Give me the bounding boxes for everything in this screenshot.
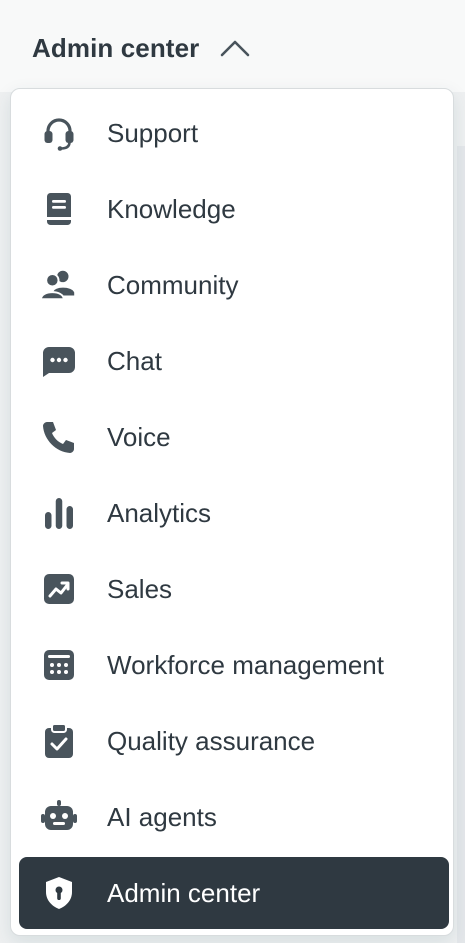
robot-icon [40,798,78,836]
menu-item-workforce-management[interactable]: Workforce management [19,629,449,701]
menu-item-chat[interactable]: Chat [19,325,449,397]
app-header: Admin center [0,0,465,92]
menu-item-label: Quality assurance [107,725,316,756]
menu-item-admin-center[interactable]: Admin center [19,857,449,929]
chevron-up-icon [219,36,251,60]
menu-item-knowledge[interactable]: Knowledge [19,173,449,245]
trend-up-icon [40,570,78,608]
bar-chart-icon [40,494,78,532]
menu-item-label: Workforce management [107,649,384,680]
calendar-icon [40,646,78,684]
background-edge [457,146,465,943]
menu-item-label: Voice [107,421,171,452]
menu-item-label: Community [107,269,239,300]
menu-item-label: AI agents [107,801,217,832]
menu-item-quality-assurance[interactable]: Quality assurance [19,705,449,777]
menu-item-analytics[interactable]: Analytics [19,477,449,549]
menu-item-label: Admin center [107,877,261,908]
product-menu: Support Knowledge Community Chat Voice A… [10,88,454,936]
book-icon [40,190,78,228]
headset-icon [40,114,78,152]
menu-item-label: Sales [107,573,173,604]
menu-item-community[interactable]: Community [19,249,449,321]
people-icon [40,266,78,304]
menu-item-voice[interactable]: Voice [19,401,449,473]
menu-item-ai-agents[interactable]: AI agents [19,781,449,853]
product-switcher-label: Admin center [32,32,200,63]
menu-item-label: Chat [107,345,162,376]
menu-item-support[interactable]: Support [19,97,449,169]
menu-item-label: Knowledge [107,193,236,224]
phone-icon [40,418,78,456]
shield-icon [40,874,78,912]
clipboard-check-icon [40,722,78,760]
menu-item-label: Analytics [107,497,212,528]
product-switcher-button[interactable]: Admin center [32,28,251,68]
chat-bubble-icon [40,342,78,380]
menu-item-sales[interactable]: Sales [19,553,449,625]
menu-item-label: Support [107,117,199,148]
